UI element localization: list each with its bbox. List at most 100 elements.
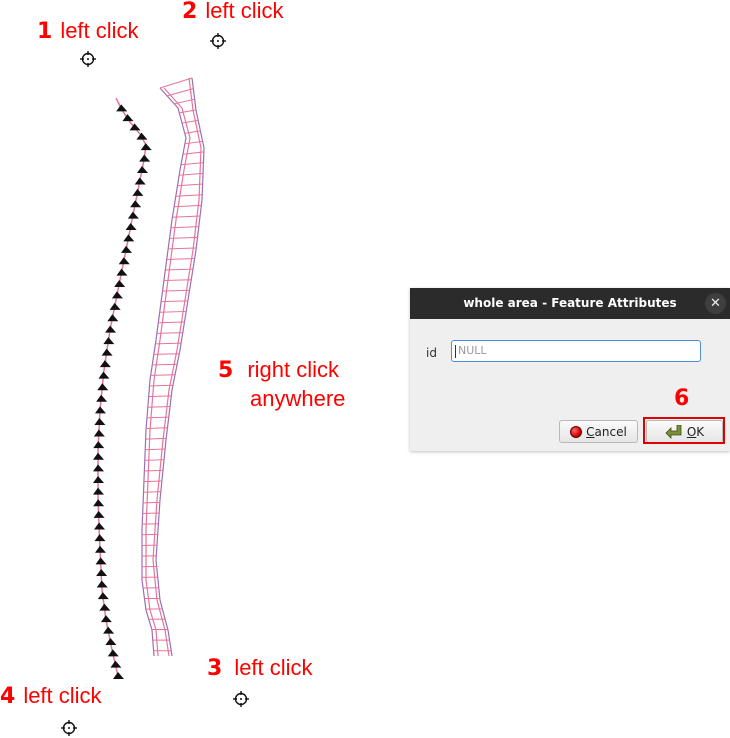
arrow-marker-icon bbox=[114, 280, 126, 288]
arrow-marker-icon bbox=[94, 406, 106, 414]
hatch-line bbox=[145, 437, 167, 440]
arrow-marker-icon bbox=[93, 510, 105, 518]
arrow-marker-icon bbox=[94, 417, 106, 425]
arrow-marker-icon bbox=[107, 314, 119, 322]
step-text: left click bbox=[205, 0, 284, 23]
arrow-marker-icon bbox=[132, 188, 144, 196]
ok-highlight-box bbox=[643, 417, 725, 444]
step-number: 2 bbox=[182, 0, 198, 24]
polygon-left-edge bbox=[141, 87, 187, 657]
hatch-line bbox=[144, 459, 165, 461]
cancel-button[interactable]: Cancel bbox=[559, 420, 638, 443]
dialog-title: whole area - Feature Attributes bbox=[463, 296, 677, 310]
arrow-marker-icon bbox=[98, 371, 110, 379]
arrow-marker-icon bbox=[94, 545, 106, 553]
arrow-marker-icon bbox=[96, 568, 108, 576]
id-field-label: id bbox=[426, 346, 437, 360]
arrow-marker-icon bbox=[107, 649, 119, 657]
arrow-marker-icon bbox=[101, 348, 113, 356]
step-number: 3 bbox=[207, 656, 223, 681]
arrow-marker-icon bbox=[105, 637, 117, 645]
arrow-marker-icon bbox=[122, 114, 134, 122]
arrow-marker-icon bbox=[130, 200, 142, 208]
step-3-annotation: 3 left click bbox=[207, 657, 313, 680]
arrow-marker-icon bbox=[100, 615, 112, 623]
arrow-marker-icon bbox=[93, 464, 104, 472]
arrow-marker-icon bbox=[99, 360, 111, 368]
arrow-marker-icon bbox=[103, 337, 115, 345]
arrow-marker-icon bbox=[123, 234, 135, 242]
arrow-marker-icon bbox=[96, 580, 108, 588]
arrow-marker-icon bbox=[127, 211, 139, 219]
hatch-line bbox=[143, 501, 160, 504]
hatch-line bbox=[166, 88, 194, 97]
cancel-label: Cancel bbox=[586, 424, 627, 439]
arrow-marker-icon bbox=[93, 499, 105, 507]
arrow-marker-icon bbox=[99, 603, 111, 611]
arrow-marker-icon bbox=[94, 534, 106, 542]
arrow-marker-icon bbox=[97, 383, 109, 391]
arrow-marker-icon bbox=[111, 291, 123, 299]
arrow-marker-icon bbox=[113, 672, 124, 679]
arrow-marker-icon bbox=[93, 452, 104, 460]
arrow-marker-icon bbox=[97, 592, 109, 600]
hatch-line bbox=[143, 491, 161, 493]
step-number: 5 bbox=[218, 358, 234, 383]
hatch-line bbox=[152, 363, 178, 366]
arrow-marker-icon bbox=[103, 626, 115, 634]
hatch-line bbox=[144, 469, 163, 472]
arrow-line-feature bbox=[93, 97, 152, 679]
step-2-annotation: 2 left click bbox=[182, 0, 284, 23]
step-number: 4 bbox=[0, 684, 16, 709]
arrow-marker-icon bbox=[93, 487, 104, 495]
hatch-line bbox=[155, 342, 182, 345]
hatch-line bbox=[150, 374, 176, 376]
arrow-marker-icon bbox=[94, 522, 106, 530]
arrow-marker-icon bbox=[110, 660, 122, 668]
dialog-titlebar[interactable]: whole area - Feature Attributes ✕ bbox=[410, 288, 730, 319]
crosshair-icon bbox=[233, 691, 249, 707]
step-number: 1 bbox=[37, 19, 53, 44]
arrow-marker-icon bbox=[118, 257, 130, 265]
crosshair-icon bbox=[210, 33, 226, 49]
close-icon[interactable]: ✕ bbox=[705, 293, 726, 314]
hatch-line bbox=[159, 77, 193, 89]
arrow-marker-icon bbox=[93, 429, 105, 437]
step-text: left click bbox=[234, 655, 313, 680]
arrow-marker-icon bbox=[134, 177, 146, 185]
crosshair-icon bbox=[80, 51, 96, 67]
hatched-polygon-feature bbox=[141, 77, 205, 657]
id-input-value: NULL bbox=[458, 344, 487, 357]
arrow-marker-icon bbox=[116, 268, 128, 276]
feature-attributes-dialog: whole area - Feature Attributes ✕ id NUL… bbox=[410, 288, 730, 451]
arrow-marker-icon bbox=[93, 441, 105, 449]
hatch-line bbox=[142, 512, 160, 515]
arrow-marker-icon bbox=[136, 166, 148, 174]
arrow-marker-icon bbox=[95, 557, 107, 565]
arrow-marker-icon bbox=[121, 245, 133, 253]
arrow-marker-icon bbox=[140, 143, 152, 151]
step-text-line2: anywhere bbox=[250, 386, 346, 411]
arrow-marker-icon bbox=[93, 476, 104, 484]
arrow-marker-icon bbox=[105, 325, 117, 333]
step-text: right click bbox=[247, 357, 339, 382]
arrow-marker-icon bbox=[136, 132, 148, 140]
step-5-annotation: 5 right click anywhere bbox=[218, 356, 345, 413]
step-4-annotation: 4 left click bbox=[0, 685, 102, 708]
cancel-icon bbox=[570, 425, 583, 438]
step-1-annotation: 1 left click bbox=[37, 20, 139, 43]
id-input[interactable]: NULL bbox=[451, 340, 701, 362]
polygon-inner-left-edge bbox=[145, 87, 191, 657]
polygon-right-edge bbox=[155, 77, 205, 657]
step-text: left click bbox=[23, 683, 102, 708]
step-text: left click bbox=[60, 18, 139, 43]
arrow-marker-icon bbox=[116, 104, 128, 112]
hatch-line bbox=[145, 448, 166, 451]
arrow-marker-icon bbox=[125, 223, 137, 231]
hatch-line bbox=[153, 353, 180, 355]
arrow-marker-icon bbox=[96, 394, 108, 402]
hatch-line bbox=[143, 480, 162, 483]
step-6-annotation: 6 bbox=[674, 386, 690, 411]
crosshair-icon bbox=[61, 720, 77, 736]
arrow-marker-icon bbox=[109, 302, 121, 310]
